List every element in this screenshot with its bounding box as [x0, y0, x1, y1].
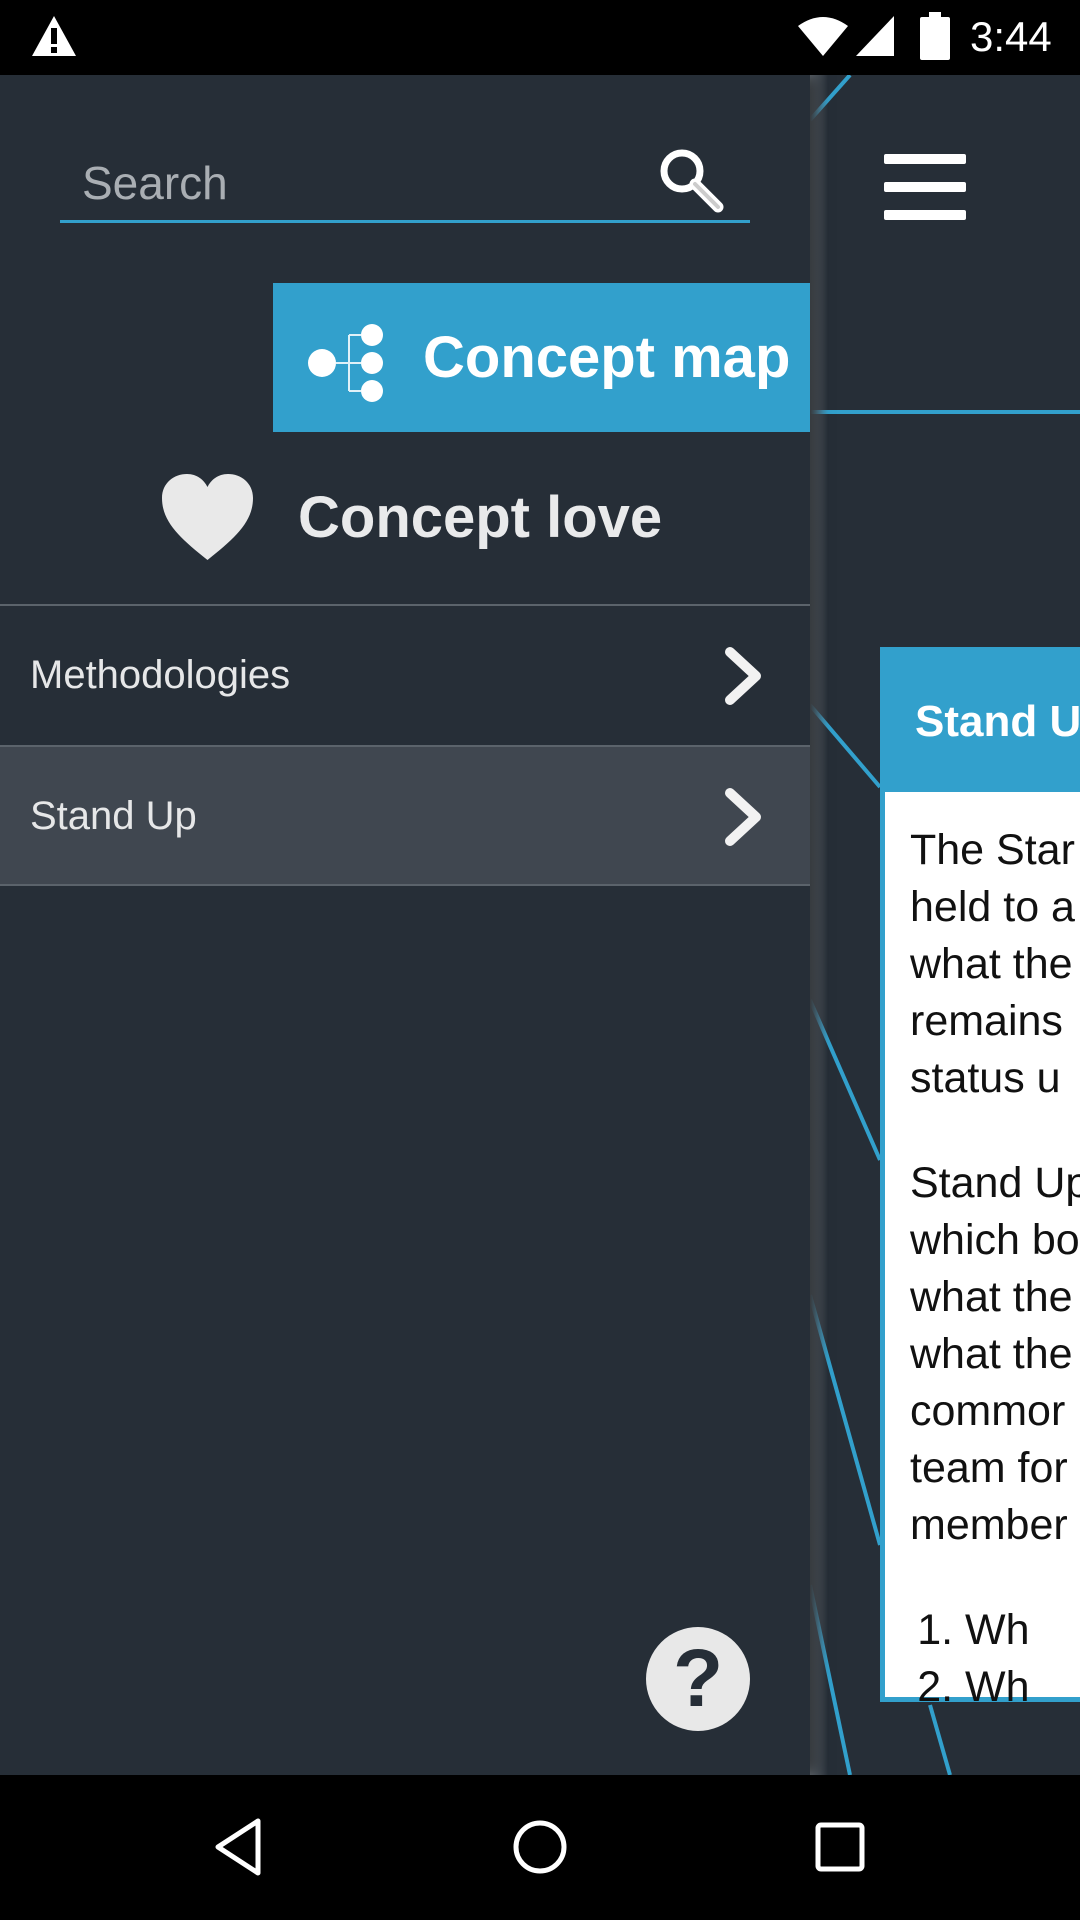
card-paragraph-2: Stand Up which bo what the what the comm…: [910, 1159, 1080, 1549]
back-icon[interactable]: [208, 1815, 272, 1879]
search-input[interactable]: [82, 155, 642, 211]
battery-icon: [920, 12, 950, 60]
concept-map-button[interactable]: Concept map: [273, 283, 810, 432]
warning-icon: [32, 16, 76, 56]
nav-item-methodologies[interactable]: Methodologies: [0, 604, 810, 745]
navigation-drawer: Concept map Concept love Methodologies S…: [0, 75, 810, 1775]
recents-icon[interactable]: [808, 1815, 872, 1879]
status-bar: 3:44: [0, 0, 1080, 75]
wifi-icon: [798, 17, 848, 56]
concept-card-stand-up[interactable]: Stand U The Star held to a what the rema…: [880, 647, 1080, 1711]
card-body: The Star held to a what the remains stat…: [910, 822, 1080, 1716]
system-navigation-bar: [0, 1775, 1080, 1920]
list-item: Wh: [965, 1659, 1080, 1716]
concept-love-button[interactable]: Concept love: [0, 432, 810, 604]
chevron-right-icon: [725, 788, 761, 846]
chevron-right-icon: [725, 647, 761, 705]
nav-list: Methodologies Stand Up: [0, 604, 810, 886]
nav-item-stand-up[interactable]: Stand Up: [0, 745, 810, 886]
search-bar: [60, 135, 750, 223]
concept-love-label: Concept love: [298, 485, 663, 550]
help-button[interactable]: ?: [646, 1627, 750, 1731]
home-icon[interactable]: [508, 1815, 572, 1879]
card-title: Stand U: [885, 652, 1080, 792]
concept-map-icon: [308, 324, 383, 402]
nav-item-label: Stand Up: [30, 794, 197, 838]
menu-icon[interactable]: [884, 150, 966, 226]
list-item: Wh: [965, 1602, 1080, 1659]
drawer-edge-shadow: [810, 75, 828, 1775]
concept-map-label: Concept map: [423, 325, 791, 390]
search-icon[interactable]: [656, 145, 726, 215]
heart-icon: [162, 474, 253, 560]
card-paragraph-1: The Star held to a what the remains stat…: [910, 826, 1075, 1102]
clock: 3:44: [970, 13, 1052, 60]
signal-icon: [856, 16, 894, 56]
nav-item-label: Methodologies: [30, 653, 291, 697]
card-list: Wh Wh: [910, 1602, 1080, 1716]
